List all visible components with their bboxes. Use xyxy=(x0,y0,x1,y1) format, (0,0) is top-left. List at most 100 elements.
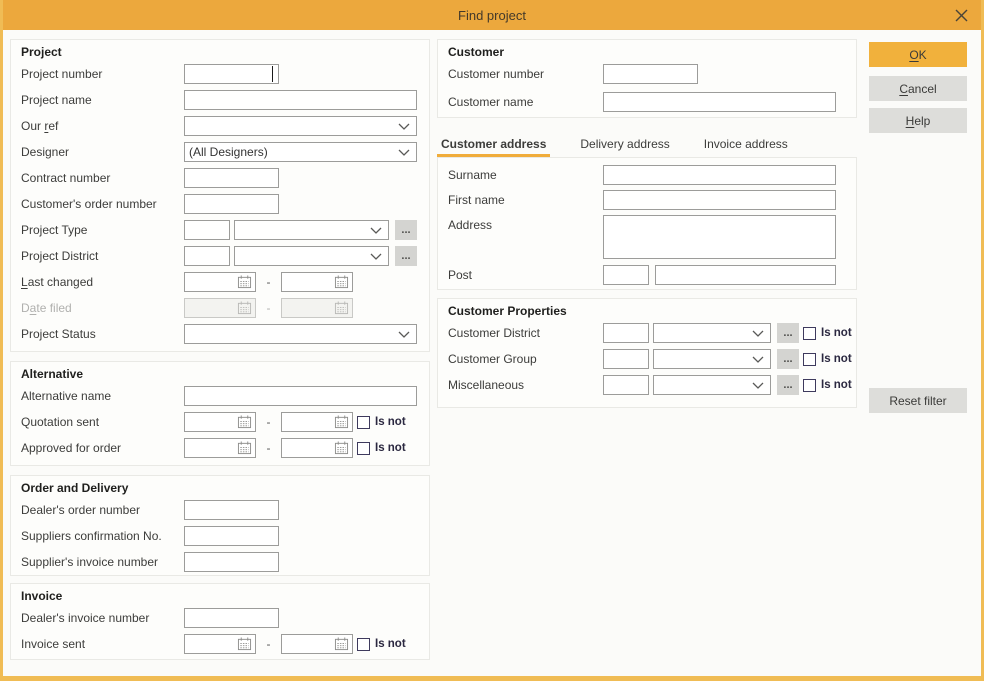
project-district-label: Project District xyxy=(21,249,99,263)
suppliers-confirmation-input[interactable] xyxy=(184,526,279,546)
miscellaneous-browse-button[interactable]: ... xyxy=(777,375,799,395)
chevron-down-icon xyxy=(398,149,410,156)
dealers-invoice-number-input[interactable] xyxy=(184,608,279,628)
calendar-icon xyxy=(334,301,349,315)
invoice-panel: Invoice Dealer's invoice number Invoice … xyxy=(10,583,430,660)
customer-district-row: Customer District ... Is not xyxy=(448,323,856,343)
isnot-label: Is not xyxy=(821,379,852,391)
post-city-input[interactable] xyxy=(655,265,836,285)
miscellaneous-select[interactable] xyxy=(653,375,771,395)
miscellaneous-isnot: Is not xyxy=(803,378,852,392)
address-textarea[interactable] xyxy=(603,215,836,259)
isnot-label: Is not xyxy=(375,638,406,650)
calendar-icon xyxy=(334,415,349,429)
customers-order-number-label: Customer's order number xyxy=(21,197,157,211)
tab-delivery-address[interactable]: Delivery address xyxy=(576,135,673,157)
titlebar[interactable]: Find project xyxy=(3,0,981,30)
project-district-browse-button[interactable]: ... xyxy=(395,246,417,266)
dealers-order-number-row: Dealer's order number xyxy=(21,500,429,520)
project-number-input[interactable] xyxy=(184,64,279,84)
last-changed-from-input[interactable] xyxy=(184,272,256,292)
invoice-sent-from-input[interactable] xyxy=(184,634,256,654)
customer-district-code-input[interactable] xyxy=(603,323,649,343)
designer-select[interactable]: (All Designers) xyxy=(184,142,417,162)
project-type-browse-button[interactable]: ... xyxy=(395,220,417,240)
address-row: Address xyxy=(448,215,856,259)
calendar-icon xyxy=(334,441,349,455)
project-district-code-input[interactable] xyxy=(184,246,230,266)
contract-number-input[interactable] xyxy=(184,168,279,188)
customer-group-select[interactable] xyxy=(653,349,771,369)
last-changed-to-input[interactable] xyxy=(281,272,353,292)
customer-group-isnot-checkbox[interactable] xyxy=(803,352,816,366)
approved-for-order-isnot: Is not xyxy=(357,441,406,455)
customer-number-input[interactable] xyxy=(603,64,698,84)
approved-for-order-from-input[interactable] xyxy=(184,438,256,458)
project-name-label: Project name xyxy=(21,93,92,107)
alternative-panel: Alternative Alternative name Quotation s… xyxy=(10,361,430,466)
range-separator: - xyxy=(266,637,271,651)
reset-filter-button[interactable]: Reset filter xyxy=(869,388,967,413)
miscellaneous-isnot-checkbox[interactable] xyxy=(803,378,816,392)
invoice-sent-label: Invoice sent xyxy=(21,637,86,651)
our-ref-row: Our ref xyxy=(21,116,429,136)
customer-name-input[interactable] xyxy=(603,92,836,112)
customer-district-isnot-checkbox[interactable] xyxy=(803,326,816,340)
date-filed-row: Date filed - xyxy=(21,298,429,318)
calendar-icon xyxy=(237,301,252,315)
approved-for-order-to-input[interactable] xyxy=(281,438,353,458)
cancel-button[interactable]: Cancel xyxy=(869,76,967,101)
surname-label: Surname xyxy=(448,168,497,182)
invoice-sent-isnot-checkbox[interactable] xyxy=(357,637,370,651)
dealers-invoice-number-label: Dealer's invoice number xyxy=(21,611,150,625)
project-district-select[interactable] xyxy=(234,246,389,266)
tab-customer-address[interactable]: Customer address xyxy=(437,135,551,157)
quotation-sent-isnot-checkbox[interactable] xyxy=(357,415,370,429)
chevron-down-icon xyxy=(752,382,764,389)
close-icon[interactable] xyxy=(953,7,969,23)
customer-group-label: Customer Group xyxy=(448,352,537,366)
post-code-input[interactable] xyxy=(603,265,649,285)
project-district-row: Project District ... xyxy=(21,246,429,266)
project-name-input[interactable] xyxy=(184,90,417,110)
calendar-icon xyxy=(237,415,252,429)
quotation-sent-to-input[interactable] xyxy=(281,412,353,432)
surname-input[interactable] xyxy=(603,165,836,185)
dealers-invoice-number-row: Dealer's invoice number xyxy=(21,608,429,628)
first-name-input[interactable] xyxy=(603,190,836,210)
customer-group-code-input[interactable] xyxy=(603,349,649,369)
invoice-sent-to-input[interactable] xyxy=(281,634,353,654)
dialog-body: Project Project number Project name Our … xyxy=(3,30,981,676)
customer-name-row: Customer name xyxy=(448,92,856,112)
alternative-name-input[interactable] xyxy=(184,386,417,406)
miscellaneous-code-input[interactable] xyxy=(603,375,649,395)
chevron-down-icon xyxy=(752,356,764,363)
approved-for-order-label: Approved for order xyxy=(21,441,122,455)
isnot-label: Is not xyxy=(821,353,852,365)
isnot-label: Is not xyxy=(375,442,406,454)
tab-invoice-address[interactable]: Invoice address xyxy=(700,135,792,157)
suppliers-invoice-number-input[interactable] xyxy=(184,552,279,572)
project-status-select[interactable] xyxy=(184,324,417,344)
our-ref-select[interactable] xyxy=(184,116,417,136)
dealers-order-number-label: Dealer's order number xyxy=(21,503,141,517)
invoice-sent-row: Invoice sent - Is not xyxy=(21,634,429,654)
quotation-sent-from-input[interactable] xyxy=(184,412,256,432)
dealers-order-number-input[interactable] xyxy=(184,500,279,520)
ok-button[interactable]: OK xyxy=(869,42,967,67)
project-type-code-input[interactable] xyxy=(184,220,230,240)
designer-label: Designer xyxy=(21,145,70,159)
chevron-down-icon xyxy=(398,123,410,130)
customer-group-browse-button[interactable]: ... xyxy=(777,349,799,369)
customer-district-browse-button[interactable]: ... xyxy=(777,323,799,343)
customer-district-label: Customer District xyxy=(448,326,541,340)
miscellaneous-row: Miscellaneous ... Is not xyxy=(448,375,856,395)
approved-for-order-isnot-checkbox[interactable] xyxy=(357,441,370,455)
help-button[interactable]: Help xyxy=(869,108,967,133)
project-type-select[interactable] xyxy=(234,220,389,240)
customers-order-number-input[interactable] xyxy=(184,194,279,214)
project-name-row: Project name xyxy=(21,90,429,110)
alternative-name-label: Alternative name xyxy=(21,389,112,403)
quotation-sent-isnot: Is not xyxy=(357,415,406,429)
customer-district-select[interactable] xyxy=(653,323,771,343)
